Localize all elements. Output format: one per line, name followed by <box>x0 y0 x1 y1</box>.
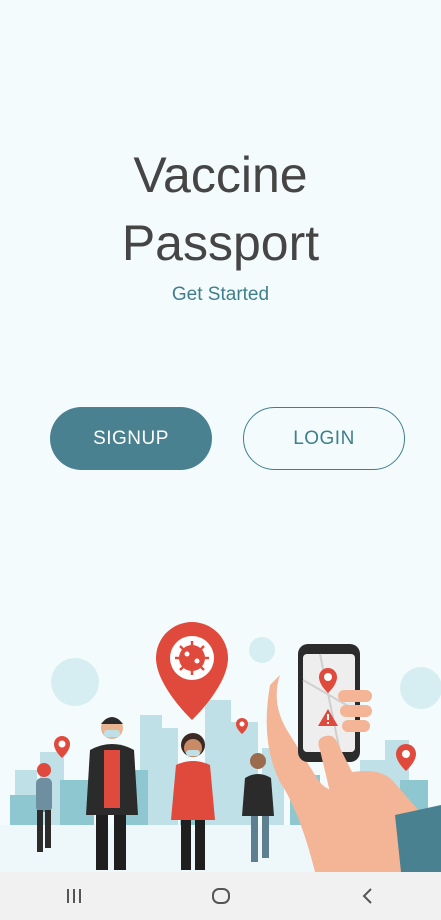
home-button[interactable] <box>191 872 251 920</box>
back-icon <box>362 888 372 904</box>
app-screen: Vaccine Passport Get Started SIGNUP LOGI… <box>0 0 441 920</box>
get-started-subtitle: Get Started <box>171 284 270 305</box>
recent-apps-button[interactable] <box>44 872 104 920</box>
app-title-line1: Vaccine <box>133 147 308 203</box>
login-button[interactable]: LOGIN <box>243 407 405 470</box>
hero-illustration <box>0 622 441 872</box>
app-title-line2: Passport <box>121 215 320 271</box>
back-button[interactable] <box>338 872 398 920</box>
signup-button[interactable]: SIGNUP <box>50 407 212 470</box>
recent-apps-icon <box>66 889 81 903</box>
system-navigation-bar <box>0 872 441 920</box>
home-icon <box>211 888 230 904</box>
status-bar <box>0 0 441 40</box>
